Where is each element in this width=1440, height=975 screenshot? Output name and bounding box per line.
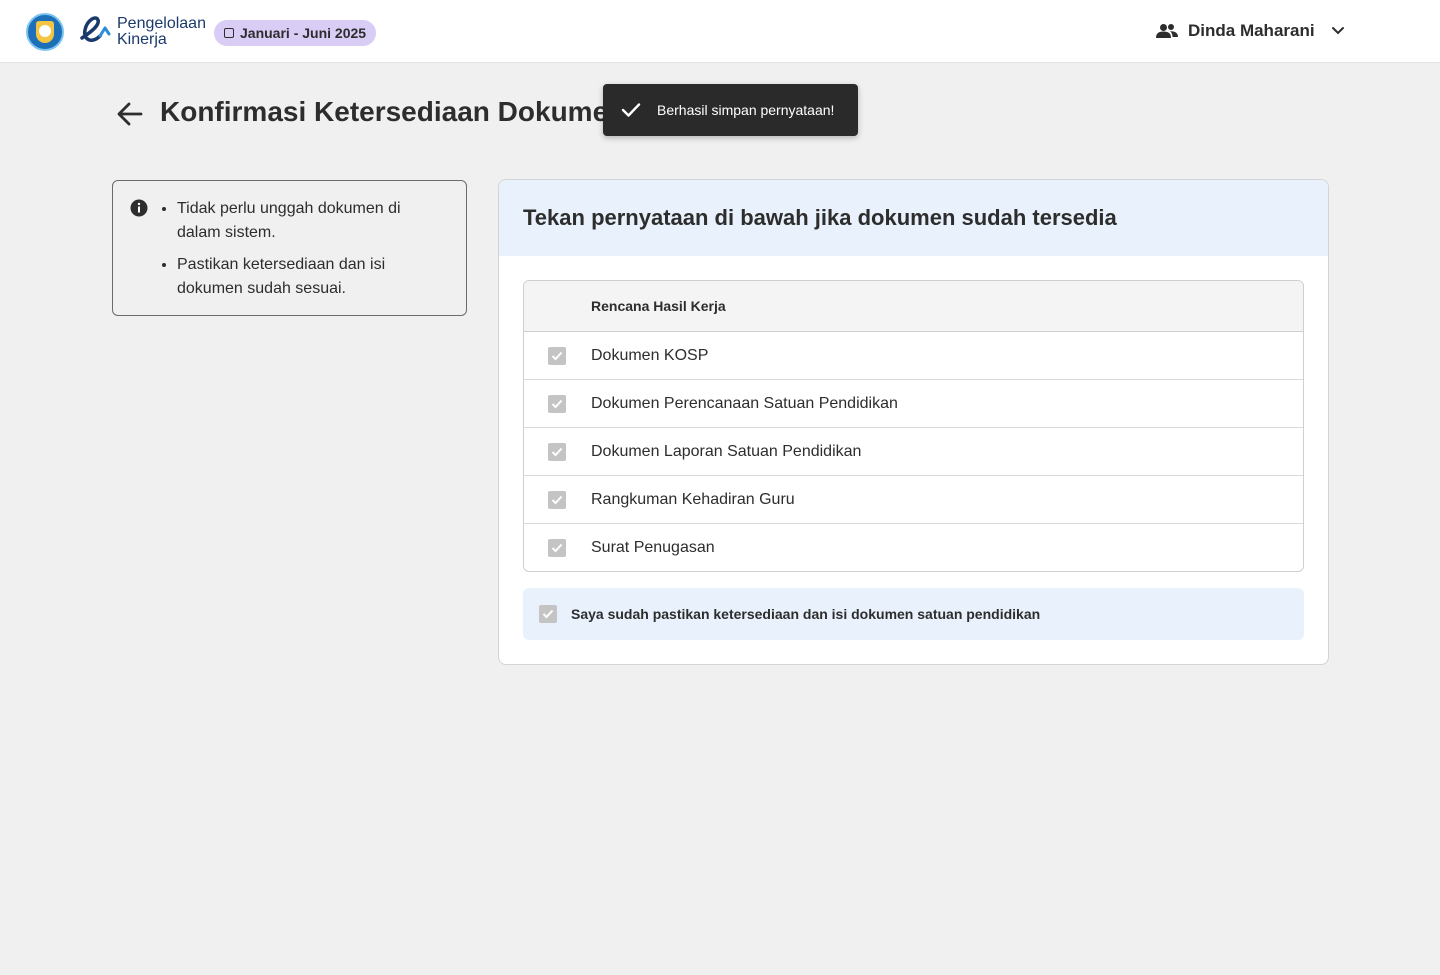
document-name: Dokumen KOSP bbox=[591, 346, 709, 364]
check-icon bbox=[551, 351, 563, 360]
top-header: Pengelolaan Kinerja Januari - Juni 2025 … bbox=[0, 0, 1440, 63]
info-item: Tidak perlu unggah dokumen di dalam sist… bbox=[177, 197, 447, 245]
check-icon bbox=[542, 609, 554, 619]
info-icon bbox=[130, 199, 148, 217]
user-name: Dinda Maharani bbox=[1188, 21, 1315, 40]
check-icon bbox=[551, 495, 563, 504]
chevron-down-icon bbox=[1331, 27, 1344, 35]
confirmation-label: Saya sudah pastikan ketersediaan dan isi… bbox=[571, 606, 1041, 622]
page-title: Konfirmasi Ketersediaan Dokume bbox=[160, 96, 609, 127]
card-heading: Tekan pernyataan di bawah jika dokumen s… bbox=[499, 180, 1328, 256]
check-icon bbox=[551, 447, 563, 456]
info-item: Pastikan ketersediaan dan isi dokumen su… bbox=[177, 253, 447, 301]
document-name: Surat Penugasan bbox=[591, 539, 715, 556]
documents-table: Rencana Hasil Kerja Dokumen KOSP Dokumen… bbox=[523, 280, 1304, 572]
period-badge[interactable]: Januari - Juni 2025 bbox=[214, 20, 377, 46]
table-row: Rangkuman Kehadiran Guru bbox=[524, 476, 1303, 524]
table-row: Dokumen KOSP bbox=[524, 332, 1303, 380]
table-row: Surat Penugasan bbox=[524, 524, 1303, 571]
document-checkbox[interactable] bbox=[548, 394, 566, 413]
success-toast: Berhasil simpan pernyataan! bbox=[603, 84, 858, 136]
confirmation-checkbox[interactable] bbox=[539, 605, 557, 623]
document-name: Rangkuman Kehadiran Guru bbox=[591, 490, 795, 508]
period-label: Januari - Juni 2025 bbox=[240, 25, 367, 41]
check-icon bbox=[621, 103, 641, 117]
confirmation-statement[interactable]: Saya sudah pastikan ketersediaan dan isi… bbox=[523, 588, 1304, 640]
document-name: Dokumen Perencanaan Satuan Pendidikan bbox=[591, 394, 898, 412]
toast-message: Berhasil simpan pernyataan! bbox=[657, 102, 835, 118]
kemendikbud-logo-icon bbox=[26, 13, 64, 51]
document-checkbox[interactable] bbox=[548, 490, 566, 509]
users-icon bbox=[1156, 24, 1178, 38]
document-confirmation-card: Tekan pernyataan di bawah jika dokumen s… bbox=[498, 179, 1329, 665]
document-checkbox[interactable] bbox=[548, 442, 566, 461]
back-arrow-icon[interactable] bbox=[116, 100, 144, 128]
document-checkbox[interactable] bbox=[548, 539, 566, 557]
pengelolaan-kinerja-logo-icon bbox=[80, 16, 111, 42]
calendar-icon bbox=[224, 28, 234, 38]
table-row: Dokumen Laporan Satuan Pendidikan bbox=[524, 428, 1303, 476]
table-row: Dokumen Perencanaan Satuan Pendidikan bbox=[524, 380, 1303, 428]
user-menu[interactable]: Dinda Maharani bbox=[1156, 18, 1345, 44]
document-checkbox[interactable] bbox=[548, 346, 566, 365]
check-icon bbox=[551, 543, 563, 553]
check-icon bbox=[551, 399, 563, 408]
document-name: Dokumen Laporan Satuan Pendidikan bbox=[591, 442, 862, 460]
info-panel: Tidak perlu unggah dokumen di dalam sist… bbox=[112, 180, 467, 316]
table-header: Rencana Hasil Kerja bbox=[524, 281, 1303, 332]
info-list: Tidak perlu unggah dokumen di dalam sist… bbox=[177, 197, 447, 309]
app-name: Pengelolaan Kinerja bbox=[117, 15, 206, 48]
